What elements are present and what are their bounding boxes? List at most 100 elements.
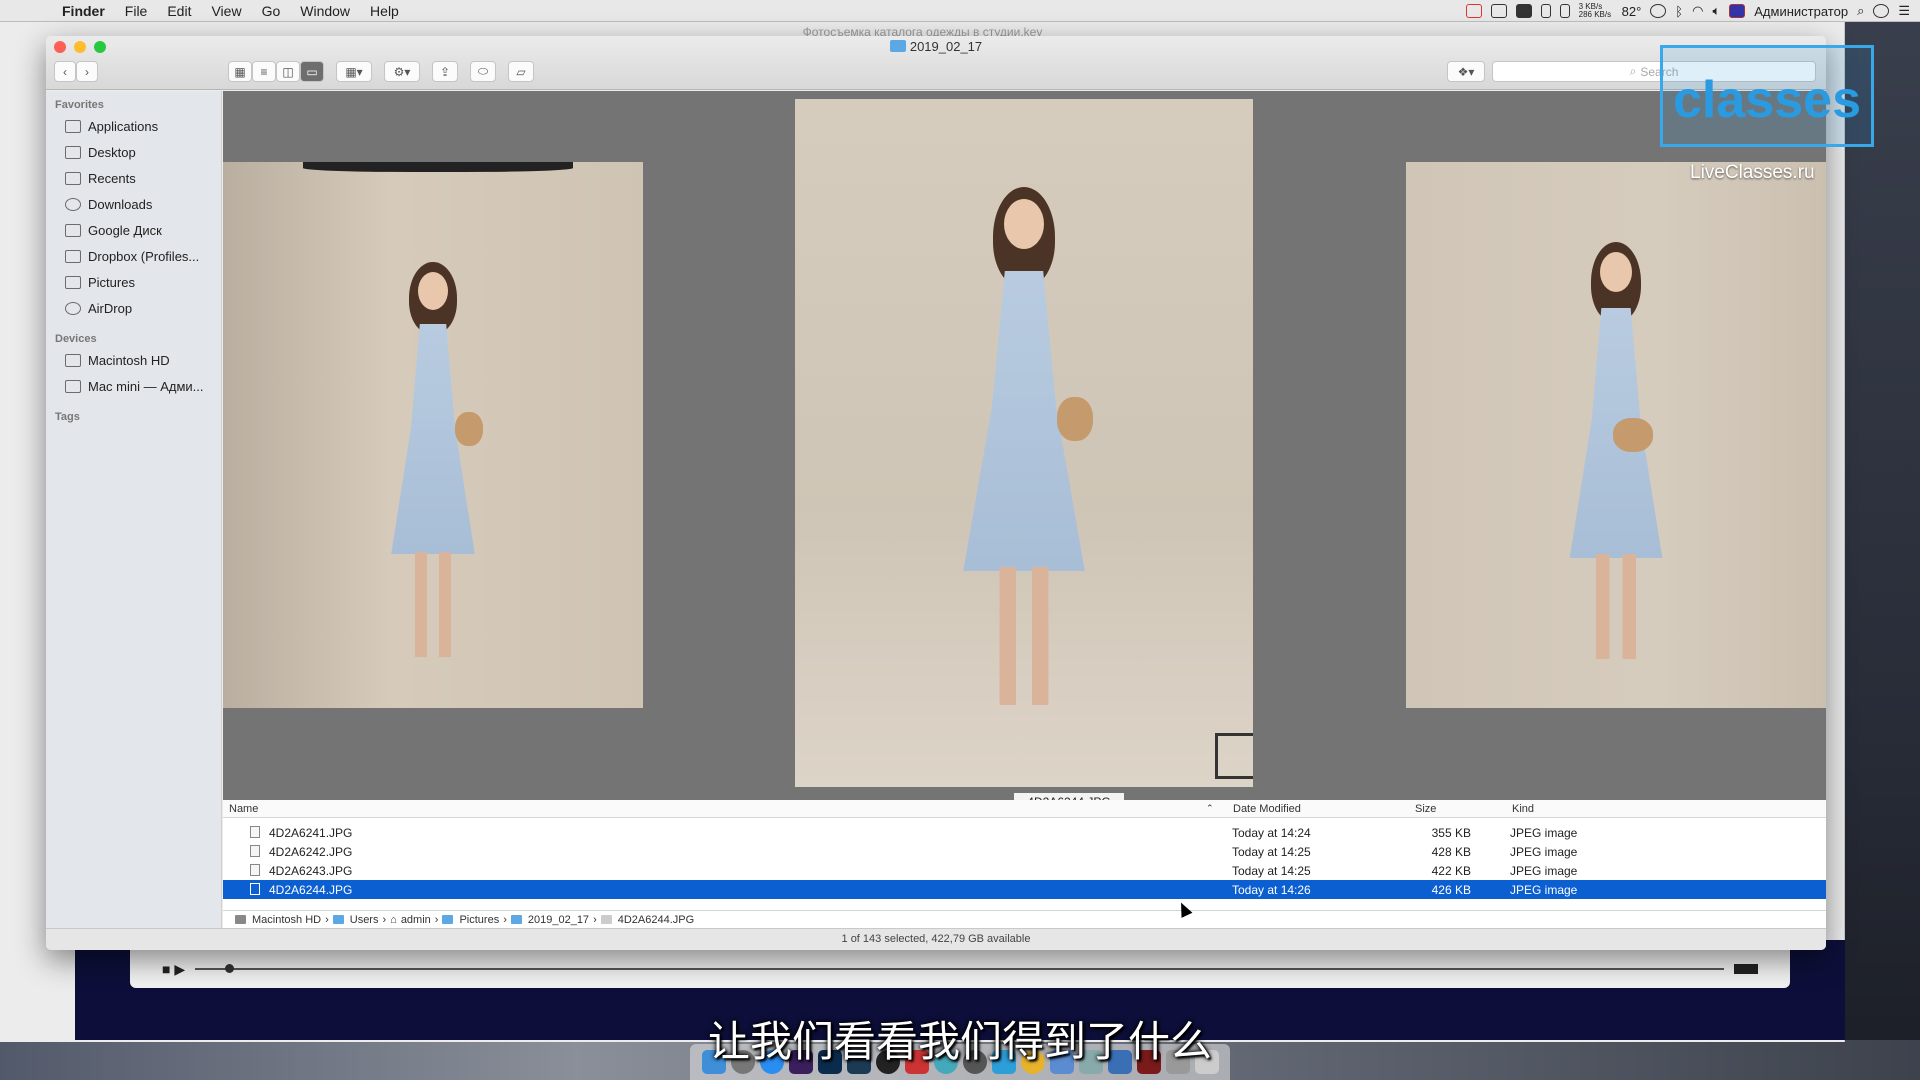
wifi-icon[interactable]: ◠ [1692,3,1703,19]
sidebar-item-desktop[interactable]: Desktop [46,139,221,165]
sidebar-item-applications[interactable]: Applications [46,113,221,139]
volume-icon[interactable]: 🔈︎ [1712,3,1720,19]
model-bag [1057,397,1093,441]
model-bag [455,412,483,446]
model-legs [983,567,1065,705]
temperature-readout[interactable]: 82° [1622,4,1642,19]
file-kind: JPEG image [1510,864,1578,878]
path-separator-icon: › [434,913,439,926]
siri-icon[interactable] [1873,4,1890,18]
path-separator-icon: › [382,913,387,926]
sidebar-header-tags: Tags [55,411,80,423]
watermark-site: LiveClasses.ru [1690,162,1815,183]
search-icon: ⌕ [1629,64,1637,78]
arrange-menu-button[interactable]: ▦▾ [336,61,372,82]
sidebar-item-airdrop[interactable]: AirDrop [46,295,221,321]
menu-go[interactable]: Go [252,3,291,19]
sidebar-item-macintosh-hd[interactable]: Macintosh HD [46,347,221,373]
playback-scrubber[interactable] [195,964,1724,973]
file-name: 4D2A6242.JPG [269,845,353,859]
column-header-date[interactable]: Date Modified [1233,803,1301,815]
screen-icon[interactable] [1515,4,1532,18]
menu-help[interactable]: Help [360,3,409,19]
sidebar-item-google-drive[interactable]: Google Диск [46,217,221,243]
column-view-button[interactable]: ◫ [276,61,300,82]
input-flag-icon[interactable] [1729,4,1746,18]
display-icon[interactable] [1490,4,1507,18]
title-bar: 2019_02_17 ‹ › ▦ ≡ ◫ ▭ ▦▾ ⚙▾ ⇪ ⬭ ▱ ❖▾ ⌕ S… [46,36,1826,90]
cpu-icon[interactable] [1540,4,1551,18]
scrubber-knob[interactable] [225,964,235,973]
back-button[interactable]: ‹ [54,61,76,82]
table-row[interactable]: 4D2A6241.JPG Today at 14:24 355 KB JPEG … [223,823,1826,842]
menu-view[interactable]: View [201,3,251,19]
column-header-size[interactable]: Size [1415,803,1436,815]
jpeg-file-icon [600,915,612,924]
spotlight-search-icon[interactable]: ⌕ [1857,3,1864,19]
sidebar-label: Applications [88,118,159,134]
sort-ascending-icon[interactable]: ⌃ [1206,803,1214,814]
window-title-text: 2019_02_17 [909,39,983,54]
path-segment[interactable]: 4D2A6244.JPG [618,914,694,926]
table-row-selected[interactable]: 4D2A6244.JPG Today at 14:26 426 KB JPEG … [223,880,1826,899]
menu-file[interactable]: File [115,3,158,19]
downloads-icon [65,197,81,211]
sidebar-item-recents[interactable]: Recents [46,165,221,191]
recents-icon [65,171,81,185]
forward-button[interactable]: › [76,61,98,82]
path-segment[interactable]: 2019_02_17 [528,914,589,926]
file-date: Today at 14:26 [1232,883,1311,897]
sidebar-label: AirDrop [88,300,133,316]
model-bag [1613,418,1653,452]
new-folder-button[interactable]: ▱ [508,61,534,82]
sidebar-label: Dropbox (Profiles... [88,248,200,264]
file-name: 4D2A6244.JPG [269,883,353,897]
sidebar-item-pictures[interactable]: Pictures [46,269,221,295]
sidebar-item-mac-mini[interactable]: Mac mini — Адми... [46,373,221,399]
dropbox-menu-button[interactable]: ❖▾ [1447,61,1485,82]
column-header-name[interactable]: Name [229,803,258,815]
fullscreen-icon[interactable] [1734,964,1758,974]
recording-icon[interactable] [1465,4,1482,18]
notification-center-icon[interactable]: ☰ [1898,3,1910,19]
tag-button[interactable]: ⬭ [470,61,496,82]
memory-icon[interactable] [1559,4,1570,18]
user-name[interactable]: Администратор [1754,4,1848,19]
path-segment[interactable]: Pictures [459,914,499,926]
jpeg-file-icon [250,845,260,857]
icon-view-button[interactable]: ▦ [228,61,252,82]
file-size: 355 KB [1431,826,1471,840]
sidebar-label: Pictures [88,274,135,290]
list-view-button[interactable]: ≡ [252,61,276,82]
folder-icon [510,915,522,924]
table-row[interactable]: 4D2A6243.JPG Today at 14:25 422 KB JPEG … [223,861,1826,880]
coverflow-view-button[interactable]: ▭ [300,61,324,82]
sync-icon[interactable] [1650,4,1667,18]
path-segment[interactable]: admin [401,914,431,926]
file-kind: JPEG image [1510,883,1578,897]
table-row[interactable]: 4D2A6242.JPG Today at 14:25 428 KB JPEG … [223,842,1826,861]
sidebar-header-devices: Devices [55,333,97,345]
bluetooth-icon[interactable]: ᛒ [1675,4,1683,19]
hard-drive-icon [65,353,81,367]
sidebar-item-dropbox[interactable]: Dropbox (Profiles... [46,243,221,269]
menu-window[interactable]: Window [290,3,360,19]
menu-edit[interactable]: Edit [157,3,201,19]
share-button[interactable]: ⇪ [432,61,458,82]
path-bar: Macintosh HD › Users › ⌂ admin › Pictures › 2… [223,910,1826,928]
sidebar-item-downloads[interactable]: Downloads [46,191,221,217]
studio-light [303,162,573,172]
airdrop-icon [65,301,81,315]
path-segment[interactable]: Macintosh HD [252,914,321,926]
stop-play-icon[interactable]: ■ ▶ [162,961,185,978]
model-figure [939,187,1109,707]
menu-finder[interactable]: Finder [52,3,115,19]
photo-current[interactable] [795,99,1253,787]
sidebar: Favorites Applications Desktop Recents D… [46,91,222,928]
network-speed[interactable]: 3 KB/s 286 KB/s [1579,3,1613,19]
path-segment[interactable]: Users [350,914,379,926]
photo-thumbnail-left[interactable] [223,162,643,708]
column-header-kind[interactable]: Kind [1512,803,1534,815]
action-gear-button[interactable]: ⚙▾ [384,61,420,82]
photo-thumbnail-right[interactable] [1406,162,1826,708]
